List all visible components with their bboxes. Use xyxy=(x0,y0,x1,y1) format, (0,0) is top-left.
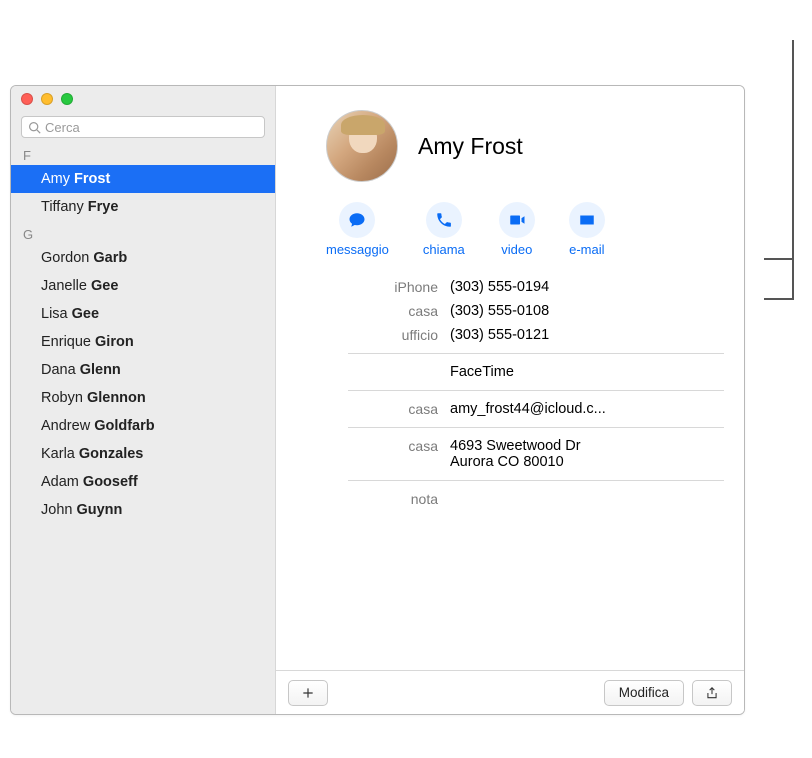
bottom-toolbar: Modifica xyxy=(276,670,744,714)
action-label: video xyxy=(501,242,532,257)
action-message[interactable]: messaggio xyxy=(326,202,389,257)
separator xyxy=(348,390,724,391)
contact-row[interactable]: Janelle Gee xyxy=(11,272,275,300)
section-header-g: G xyxy=(11,221,275,244)
zoom-button[interactable] xyxy=(61,93,73,105)
field-label xyxy=(296,364,446,380)
action-call[interactable]: chiama xyxy=(423,202,465,257)
facetime-row[interactable]: FaceTime xyxy=(296,360,724,384)
contact-first: Tiffany xyxy=(41,199,84,215)
add-button[interactable] xyxy=(288,680,328,706)
contact-details: iPhone (303) 555-0194 casa (303) 555-010… xyxy=(276,275,744,511)
field-value xyxy=(446,491,724,507)
action-label: chiama xyxy=(423,242,465,257)
minimize-button[interactable] xyxy=(41,93,53,105)
contacts-window: F Amy Frost Tiffany Frye G Gordon Garb J… xyxy=(10,85,745,715)
field-value: amy_frost44@icloud.c... xyxy=(446,401,724,417)
section-header-f: F xyxy=(11,142,275,165)
contact-row[interactable]: Gordon Garb xyxy=(11,244,275,272)
contact-detail-pane: Amy Frost messaggio chiama video e-mail xyxy=(276,86,744,714)
phone-row[interactable]: iPhone (303) 555-0194 xyxy=(296,275,724,299)
field-label: casa xyxy=(296,303,446,319)
plus-icon xyxy=(301,686,315,700)
field-label: nota xyxy=(296,491,446,507)
search-input[interactable] xyxy=(45,120,258,135)
field-value: 4693 Sweetwood Dr Aurora CO 80010 xyxy=(446,438,724,470)
contact-row[interactable]: Adam Gooseff xyxy=(11,468,275,496)
contact-row[interactable]: John Guynn xyxy=(11,496,275,524)
contact-row[interactable]: Karla Gonzales xyxy=(11,440,275,468)
contact-row[interactable]: Lisa Gee xyxy=(11,300,275,328)
separator xyxy=(348,427,724,428)
share-icon xyxy=(705,686,719,700)
action-label: e-mail xyxy=(569,242,604,257)
close-button[interactable] xyxy=(21,93,33,105)
action-video[interactable]: video xyxy=(499,202,535,257)
field-label: iPhone xyxy=(296,279,446,295)
field-value: (303) 555-0194 xyxy=(446,279,724,295)
window-titlebar xyxy=(11,86,275,112)
contact-row[interactable]: Tiffany Frye xyxy=(11,193,275,221)
contact-row[interactable]: Dana Glenn xyxy=(11,356,275,384)
address-row[interactable]: casa 4693 Sweetwood Dr Aurora CO 80010 xyxy=(296,434,724,474)
phone-icon xyxy=(435,211,453,229)
email-icon xyxy=(578,211,596,229)
phone-row[interactable]: casa (303) 555-0108 xyxy=(296,299,724,323)
contact-name: Amy Frost xyxy=(418,133,523,160)
separator xyxy=(348,480,724,481)
sidebar: F Amy Frost Tiffany Frye G Gordon Garb J… xyxy=(11,86,276,714)
email-row[interactable]: casa amy_frost44@icloud.c... xyxy=(296,397,724,421)
contact-last: Frost xyxy=(74,171,110,187)
contact-row[interactable]: Amy Frost xyxy=(11,165,275,193)
contact-row[interactable]: Robyn Glennon xyxy=(11,384,275,412)
field-value: (303) 555-0121 xyxy=(446,327,724,343)
action-label: messaggio xyxy=(326,242,389,257)
phone-row[interactable]: ufficio (303) 555-0121 xyxy=(296,323,724,347)
field-label: casa xyxy=(296,438,446,470)
contact-row[interactable]: Enrique Giron xyxy=(11,328,275,356)
search-icon xyxy=(28,121,41,134)
field-value: (303) 555-0108 xyxy=(446,303,724,319)
message-icon xyxy=(348,211,366,229)
field-value: FaceTime xyxy=(446,364,724,380)
search-field[interactable] xyxy=(21,116,265,138)
field-label: casa xyxy=(296,401,446,417)
quick-actions-row: messaggio chiama video e-mail xyxy=(276,192,744,275)
field-label: ufficio xyxy=(296,327,446,343)
annotation-lines xyxy=(772,40,812,310)
action-email[interactable]: e-mail xyxy=(569,202,605,257)
separator xyxy=(348,353,724,354)
note-row[interactable]: nota xyxy=(296,487,724,511)
share-button[interactable] xyxy=(692,680,732,706)
edit-label: Modifica xyxy=(619,685,669,700)
avatar[interactable] xyxy=(326,110,398,182)
contact-first: Amy xyxy=(41,171,70,187)
contact-row[interactable]: Andrew Goldfarb xyxy=(11,412,275,440)
edit-button[interactable]: Modifica xyxy=(604,680,684,706)
video-icon xyxy=(508,211,526,229)
contact-last: Frye xyxy=(88,199,119,215)
